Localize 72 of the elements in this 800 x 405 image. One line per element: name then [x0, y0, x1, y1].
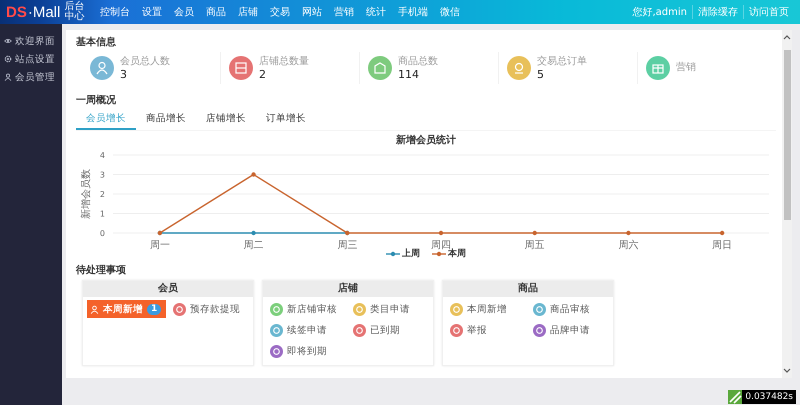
section-title: 基本信息: [76, 36, 117, 49]
user-icon: [4, 73, 12, 81]
data-point: [626, 230, 631, 236]
task-item[interactable]: 商品审核: [530, 300, 609, 318]
logo-subtitle: 后台中心: [64, 2, 84, 22]
axis-tick-label: 3: [100, 170, 105, 180]
stat-value: 2: [259, 68, 267, 80]
nav-link[interactable]: 设置: [136, 5, 168, 19]
eye-icon: [4, 37, 12, 45]
axis-tick-label: 周二: [244, 240, 264, 251]
sidebar-item[interactable]: 欢迎界面: [0, 32, 62, 50]
axis-tick-label: 周五: [524, 240, 545, 251]
sidebar-item[interactable]: 会员管理: [0, 68, 62, 86]
task-item[interactable]: 即将到期: [267, 342, 346, 360]
task-item[interactable]: 已到期: [350, 321, 429, 339]
scroll-up-icon[interactable]: [783, 34, 791, 40]
axis-tick-label: 4: [100, 151, 105, 160]
nav-link[interactable]: 会员: [168, 5, 200, 19]
tab[interactable]: 订单增长: [256, 110, 316, 130]
axis-tick-label: 周日: [712, 240, 732, 251]
nav-link[interactable]: 网站: [296, 5, 328, 19]
nav-link[interactable]: 控制台: [94, 5, 136, 19]
nav-link[interactable]: 店铺: [232, 5, 264, 19]
axis-tick-label: 周一: [150, 240, 170, 251]
axis-tick-label: 周六: [618, 240, 638, 251]
tab[interactable]: 店铺增长: [196, 110, 256, 130]
task-item[interactable]: 本周新增: [447, 300, 526, 318]
stat-label: 交易总订单: [537, 56, 587, 68]
data-point: [438, 230, 444, 236]
gear-icon: [4, 55, 12, 63]
logo-text: DS: [6, 4, 27, 20]
axis-tick-label: 1: [100, 210, 105, 218]
data-point: [720, 230, 724, 236]
task-item[interactable]: 举报: [447, 321, 526, 339]
user-icon: [90, 304, 99, 314]
chart-title: 新增会员统计: [396, 133, 456, 147]
sidebar-item[interactable]: 站点设置: [0, 50, 62, 68]
task-item[interactable]: 续签申请: [267, 321, 346, 339]
axis-title: 新增会员数: [81, 169, 92, 219]
task-item[interactable]: 品牌申请: [530, 321, 609, 339]
legend-item[interactable]: 上周: [386, 247, 420, 260]
section-title: 待处理事项: [76, 264, 127, 277]
axis-tick-label: 2: [100, 190, 105, 199]
stripes-icon: [728, 390, 742, 404]
data-point: [251, 172, 256, 177]
stat-label: 商品总数: [398, 56, 438, 68]
count-badge: 1: [147, 304, 162, 314]
task-item[interactable]: 预存款提现: [170, 300, 249, 318]
task-item[interactable]: 类目申请: [350, 300, 429, 318]
panel-title: 店铺: [263, 281, 433, 297]
stat-value: 114: [398, 68, 420, 80]
nav-link[interactable]: 交易: [264, 5, 296, 19]
tab[interactable]: 商品增长: [136, 110, 196, 130]
logo-text: ·Mall: [28, 4, 60, 20]
debug-badge[interactable]: 0.037482s: [728, 390, 796, 404]
axis-tick-label: 周三: [337, 240, 358, 251]
stat-value: 5: [537, 68, 545, 80]
scrollbar[interactable]: [782, 30, 792, 378]
nav-link[interactable]: 商品: [200, 5, 232, 19]
stat-value: 3: [120, 68, 128, 80]
axis-tick-label: 周四: [431, 240, 451, 251]
panel-title: 商品: [443, 281, 613, 297]
axis-tick-label: 0: [100, 229, 105, 238]
section-title: 一周概况: [76, 94, 117, 107]
data-point: [251, 230, 256, 236]
data-point: [532, 230, 537, 236]
task-item[interactable]: 新店铺审核: [267, 300, 346, 318]
scroll-down-icon[interactable]: [783, 368, 791, 374]
stat-label: 营销: [676, 62, 696, 74]
stat-label: 会员总人数: [120, 56, 170, 68]
panel-title: 会员: [83, 281, 253, 297]
stat-label: 店铺总数量: [259, 56, 309, 68]
